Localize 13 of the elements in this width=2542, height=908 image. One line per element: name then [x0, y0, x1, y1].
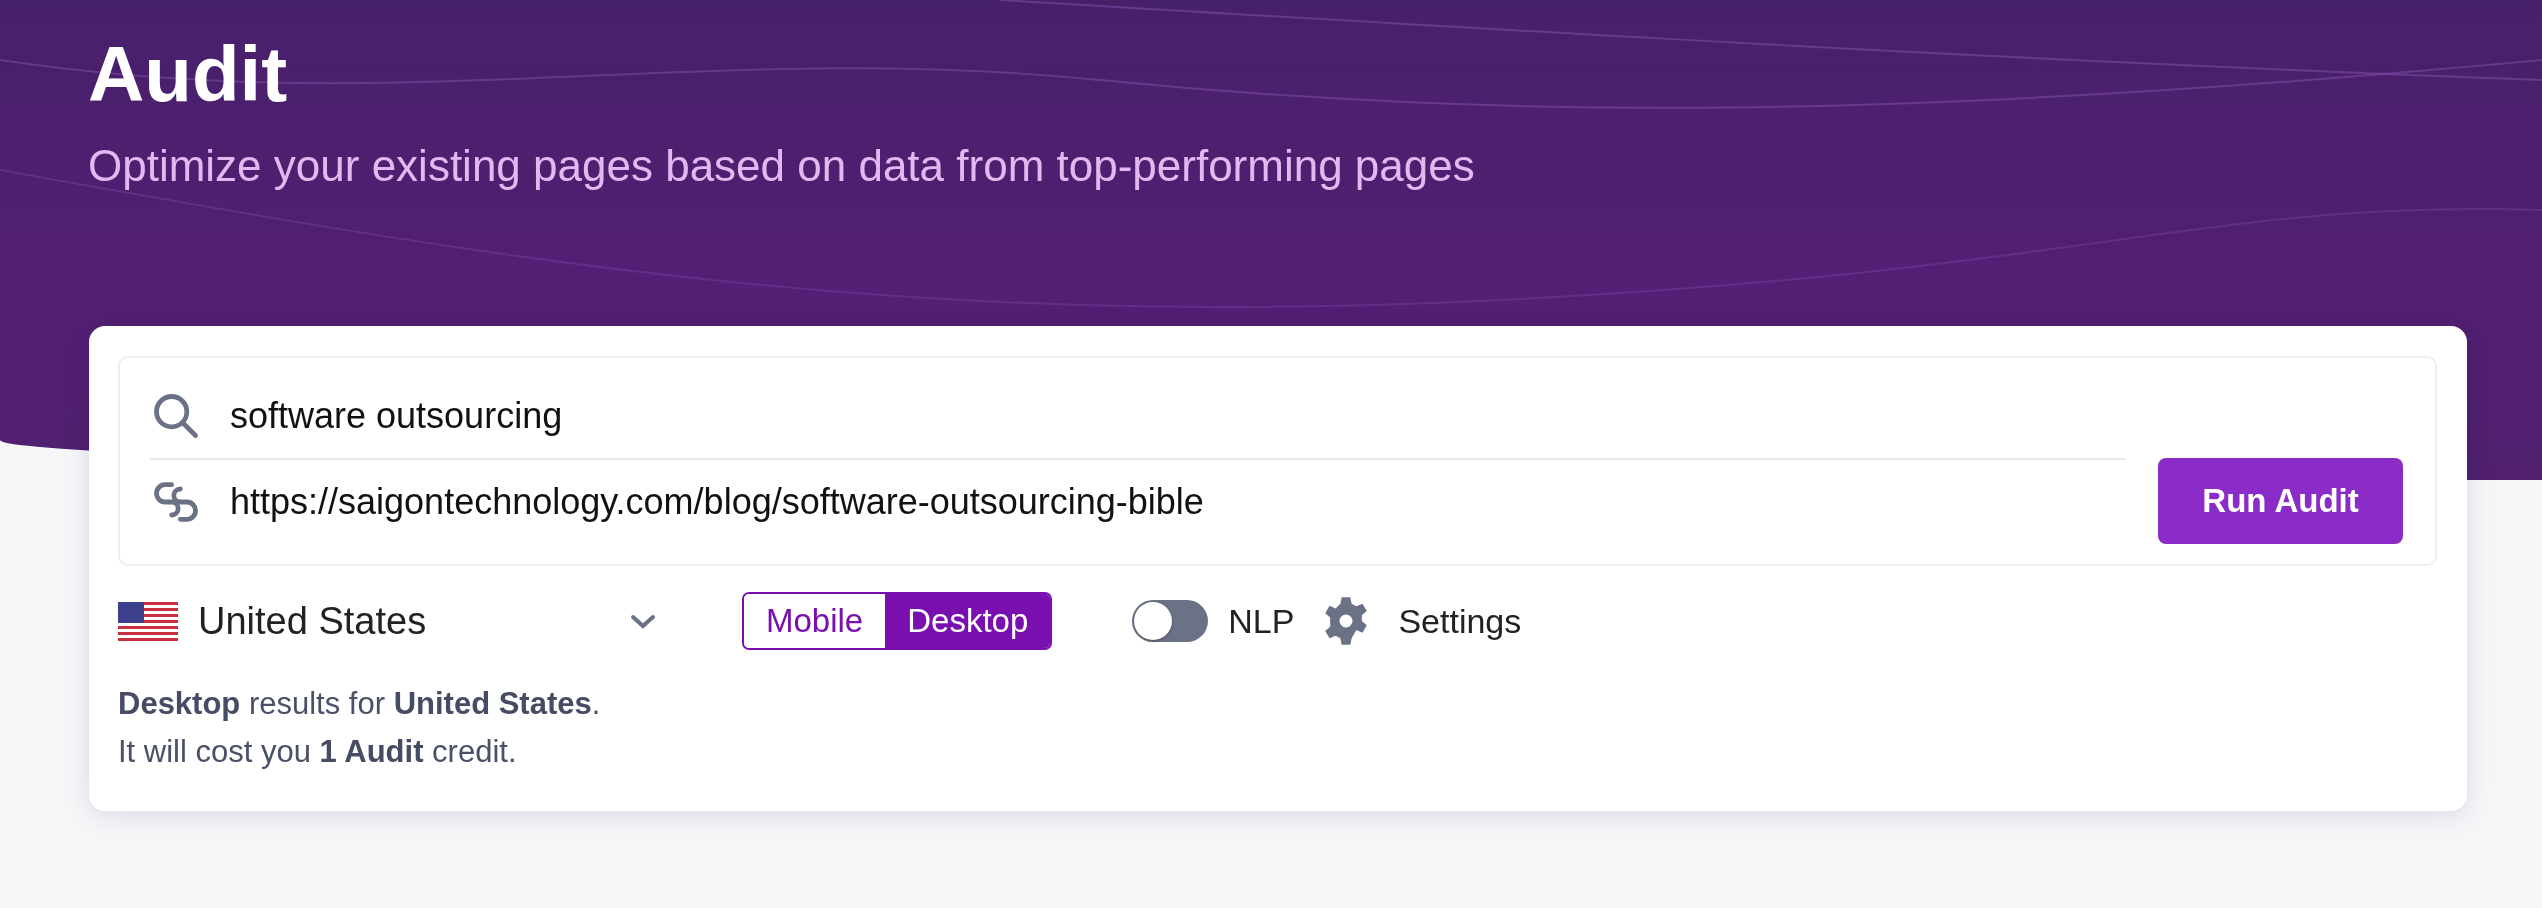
- page-title: Audit: [88, 29, 289, 120]
- run-audit-button[interactable]: Run Audit: [2158, 458, 2403, 544]
- nlp-toggle[interactable]: [1132, 600, 1209, 642]
- keyword-field[interactable]: software outsourcing: [230, 395, 2126, 437]
- settings-button[interactable]: Settings: [1320, 595, 1522, 647]
- page-subtitle: Optimize your existing pages based on data from top-performing pages: [88, 139, 1476, 192]
- url-field[interactable]: https://saigontechnology.com/blog/software-outsourcing-bible: [230, 481, 2126, 523]
- device-tab[interactable]: Desktop: [885, 594, 1051, 648]
- flag-icon: [118, 601, 178, 641]
- country-label[interactable]: United States: [198, 599, 608, 643]
- summary-text: It will cost you 1 Audit credit.: [118, 733, 518, 772]
- summary-text: Desktop results for United States.: [118, 685, 602, 723]
- nlp-label: NLP: [1228, 601, 1295, 641]
